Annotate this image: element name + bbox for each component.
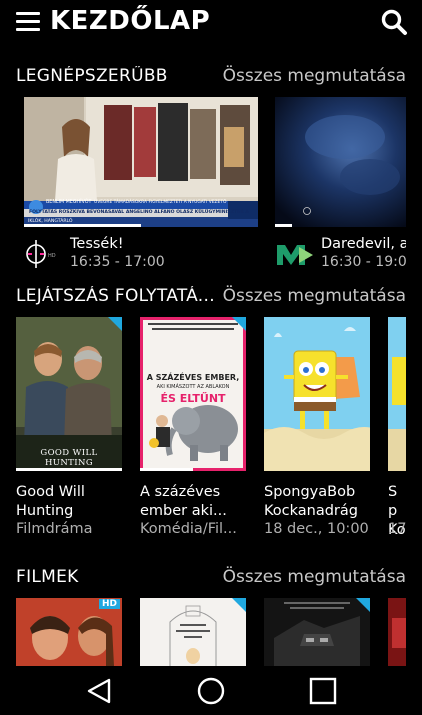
poster-text-line-1: A SZÁZÉVES EMBER, (146, 373, 240, 382)
poster-image (264, 317, 370, 471)
poster-card-title: SpongyaBob Kockanadrág (264, 484, 358, 519)
live-thumbnail: BENLIM MEGHÍVÓT UVEGRE TÁMADÁSOKRA FIGYE… (24, 97, 258, 227)
show-all-movies-link[interactable]: Összes megmutatása (223, 567, 406, 587)
corner-tag-icon (108, 317, 122, 331)
search-icon[interactable] (380, 8, 408, 36)
poster-progress-bar (140, 468, 193, 471)
hamburger-menu-icon[interactable] (16, 12, 40, 32)
section-title-continue: LEJÁTSZÁS FOLYTATÁ... (16, 286, 215, 306)
poster-image: HD (16, 598, 122, 666)
dark-scene-image (275, 97, 406, 227)
system-navigation-bar (0, 666, 422, 715)
live-card-tessek[interactable]: BENLIM MEGHÍVÓT UVEGRE TÁMADÁSOKRA FIGYE… (24, 97, 264, 277)
tv2-channel-logo-icon: HD (26, 240, 56, 268)
live-progress-bar (24, 224, 141, 227)
poster-image: A SZÁZÉVES EMBER, AKI KIMÁSZOTT AZ ABLAK… (140, 317, 246, 471)
section-title-popular: LEGNÉPSZERŰBB (16, 66, 168, 86)
poster-progress-bar (16, 468, 122, 471)
ticker-tag: BENLIM MEGHÍVÓT (46, 200, 92, 205)
program-title: Tessék! (70, 236, 124, 252)
movie-poster-art-4 (388, 598, 406, 666)
m-channel-logo-icon (277, 245, 313, 265)
page-title: KEZDŐLAP (50, 6, 211, 36)
recents-square-icon[interactable] (308, 676, 338, 706)
corner-tag-icon (356, 598, 370, 612)
show-all-popular-link[interactable]: Összes megmutatása (223, 66, 406, 86)
show-all-continue-link[interactable]: Összes megmutatása (223, 286, 406, 306)
movie-poster-art-2 (140, 598, 246, 666)
movie-poster-art-3 (264, 598, 370, 666)
poster-card-subtitle: Komédia/Fil... (140, 521, 237, 537)
poster-image (140, 598, 246, 666)
ticker-line-2: FOLYTATÁS ROSZKIVA BEVONASAVAL ANGELINO … (29, 210, 249, 215)
hd-badge: HD (98, 599, 120, 609)
program-time: 16:35 - 17:00 (70, 254, 165, 270)
program-title: Daredevil, a fé (321, 236, 406, 252)
movies-rail: HD (0, 598, 406, 666)
svg-text:HD: HD (48, 253, 56, 259)
section-title-movies: FILMEK (16, 567, 79, 587)
live-progress-bar (275, 224, 292, 227)
studio-scene-image (24, 97, 258, 227)
poster-card-subtitle: 18 dec., 10:00 (264, 521, 369, 537)
poster-title-text: GOOD WILL HUNTING (40, 448, 98, 468)
poster-card-title: A százéves ember aki... (140, 484, 227, 519)
poster-text-line-2: AKI KIMÁSZOTT AZ ABLAKON (156, 384, 230, 390)
ticker-line-1: UVEGRE TÁMADÁSOKRA FIGYELMEZTETI A NYUGA… (94, 200, 227, 205)
poster-card-title: Good Will Hunting (16, 484, 85, 519)
top-bar: KEZDŐLAP (0, 0, 422, 44)
partial-poster-art (388, 317, 406, 471)
poster-image (264, 598, 370, 666)
live-card-daredevil[interactable]: Daredevil, a fé 16:30 - 19:00 (275, 97, 406, 277)
poster-image (388, 317, 406, 471)
poster-image: GOOD WILL HUNTING (16, 317, 122, 471)
poster-image (388, 598, 406, 666)
home-circle-icon[interactable] (196, 676, 226, 706)
popular-rail: BENLIM MEGHÍVÓT UVEGRE TÁMADÁSOKRA FIGYE… (0, 97, 406, 277)
poster-text-line-3: ÉS ELTŰNT (160, 392, 226, 405)
poster-card-subtitle: 17 (388, 521, 406, 537)
back-triangle-icon[interactable] (85, 676, 115, 706)
spongyabob-poster-art (264, 317, 370, 471)
program-time: 16:30 - 19:00 (321, 254, 406, 270)
live-thumbnail (275, 97, 406, 227)
corner-tag-icon (232, 317, 246, 331)
continue-rail: GOOD WILL HUNTING Good Will Hunting Film… (0, 317, 406, 547)
corner-tag-icon (232, 598, 246, 612)
poster-card-subtitle: Filmdráma (16, 521, 93, 537)
